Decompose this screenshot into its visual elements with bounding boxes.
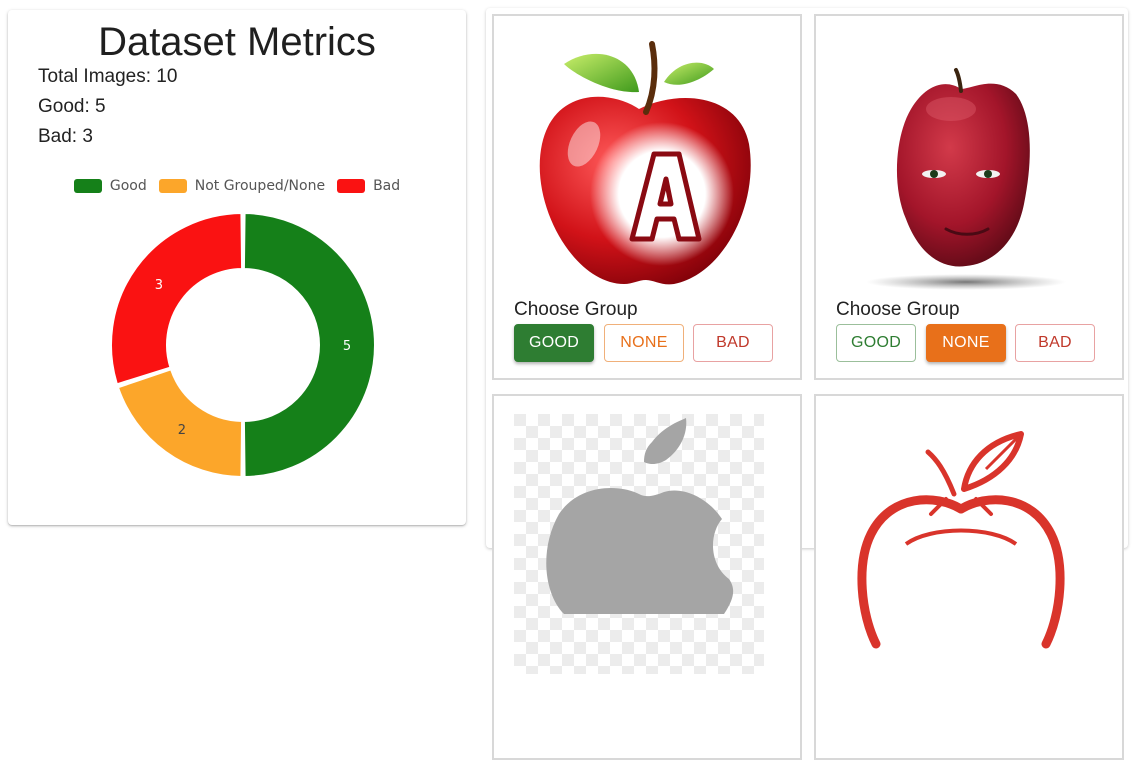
- apple-outline-logo-image: [857, 431, 1065, 649]
- apple-with-face-image: [866, 68, 1066, 290]
- legend-item[interactable]: Bad: [337, 178, 400, 194]
- choose-group-label: Choose Group: [836, 299, 960, 320]
- image-card-3: [492, 394, 802, 760]
- legend-label: Not Grouped/None: [194, 178, 326, 194]
- donut-slice[interactable]: [242, 212, 376, 478]
- image-grid: Choose Group GOOD NONE BAD Choose Group …: [486, 8, 1128, 760]
- donut-slice[interactable]: [110, 212, 244, 386]
- distribution-donut-chart: 5 2 3: [110, 212, 376, 478]
- dataset-metrics-card: Dataset Metrics Total Images: 10 Good: 5…: [8, 10, 466, 525]
- choose-group-label: Choose Group: [514, 299, 638, 320]
- legend-item[interactable]: Not Grouped/None: [158, 178, 326, 194]
- good-button[interactable]: GOOD: [836, 324, 916, 362]
- slice-value-label: 2: [178, 423, 186, 438]
- legend-item[interactable]: Good: [73, 178, 147, 194]
- image-card-4: [814, 394, 1124, 760]
- image-card-1: Choose Group GOOD NONE BAD: [492, 14, 802, 380]
- bad-button[interactable]: BAD: [693, 324, 773, 362]
- good-button[interactable]: GOOD: [514, 324, 594, 362]
- apple-logo-checkerboard-image: [514, 414, 764, 674]
- apple-letter-a-image: [539, 41, 751, 285]
- slice-value-label: 5: [343, 339, 351, 354]
- chart-legend: Good Not Grouped/None Bad: [8, 178, 466, 194]
- none-button[interactable]: NONE: [926, 324, 1006, 362]
- legend-label: Good: [109, 178, 147, 194]
- legend-swatch: [337, 179, 366, 193]
- legend-swatch: [158, 179, 187, 193]
- bad-count-stat: Bad: 3: [38, 126, 93, 147]
- slice-value-label: 3: [155, 278, 163, 293]
- good-count-stat: Good: 5: [38, 96, 106, 117]
- none-button[interactable]: NONE: [604, 324, 684, 362]
- legend-swatch: [73, 179, 102, 193]
- image-card-2: Choose Group GOOD NONE BAD: [814, 14, 1124, 380]
- metrics-title: Dataset Metrics: [98, 20, 376, 64]
- total-images-stat: Total Images: 10: [38, 66, 178, 87]
- bad-button[interactable]: BAD: [1015, 324, 1095, 362]
- legend-label: Bad: [373, 178, 401, 194]
